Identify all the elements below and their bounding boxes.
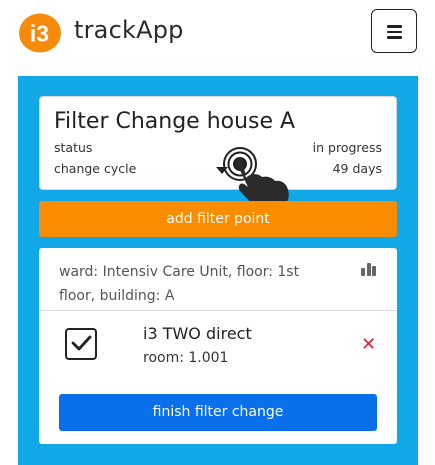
filter-location-box: ward: Intensiv Care Unit, floor: 1st flo… [39, 248, 397, 444]
status-value: in progress [312, 140, 382, 155]
filter-item-name: i3 TWO direct [143, 324, 252, 343]
expand-caret-icon[interactable] [216, 167, 228, 174]
divider [39, 310, 397, 311]
location-text: ward: Intensiv Care Unit, floor: 1st flo… [59, 264, 300, 304]
hamburger-menu-button[interactable] [371, 9, 417, 53]
app-name: trackApp [74, 16, 184, 44]
bar-chart-icon[interactable] [361, 262, 377, 276]
filter-item-room: room: 1.001 [143, 350, 229, 366]
top-navbar: i3 trackApp [0, 0, 435, 66]
filter-change-card: Filter Change house A status in progress… [39, 96, 397, 190]
hamburger-menu-icon [387, 25, 402, 28]
add-filter-point-button[interactable]: add filter point [39, 201, 397, 237]
change-cycle-label: change cycle [54, 161, 137, 176]
filter-done-checkbox[interactable] [65, 328, 97, 360]
filter-change-title: Filter Change house A [54, 109, 296, 134]
svg-text:i3: i3 [30, 21, 49, 47]
check-icon [71, 335, 92, 351]
i3-logo[interactable]: i3 [18, 13, 62, 53]
finish-filter-change-button[interactable]: finish filter change [59, 394, 377, 431]
change-cycle-value: 49 days [332, 161, 382, 176]
remove-filter-close-icon[interactable]: ✕ [361, 334, 376, 355]
status-label: status [54, 140, 93, 155]
